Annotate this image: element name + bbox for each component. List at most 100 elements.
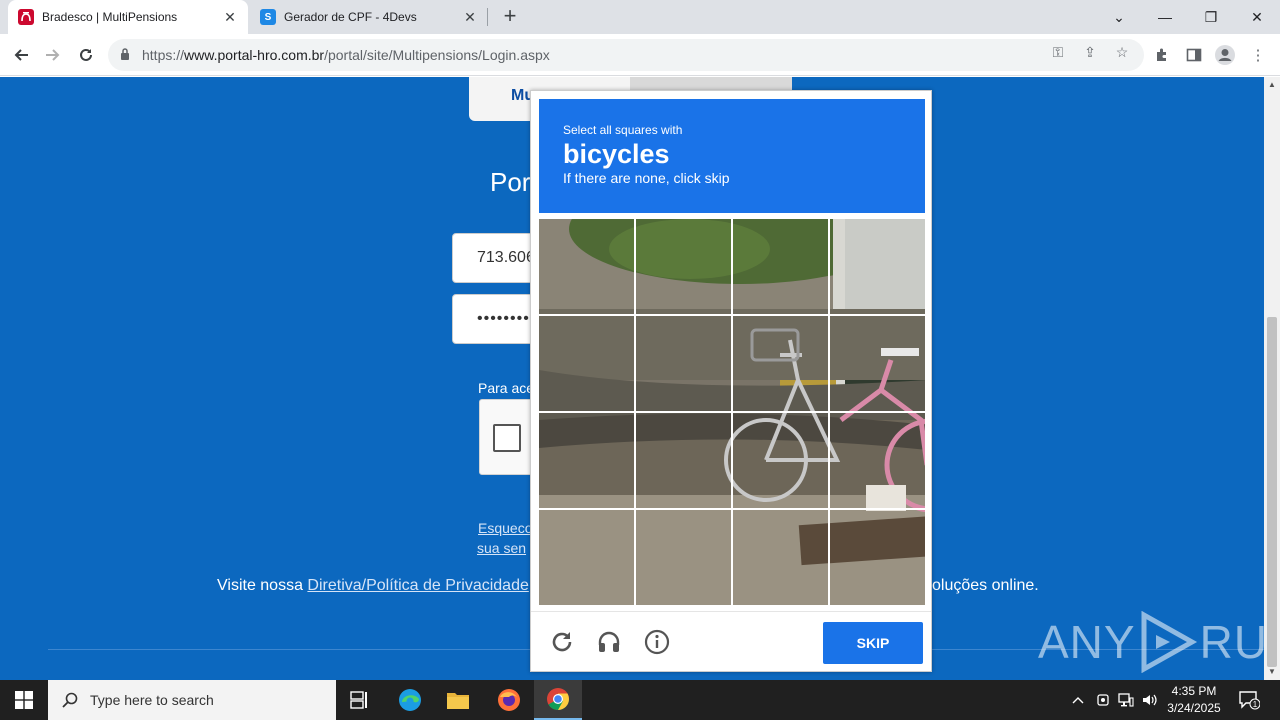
captcha-tile[interactable]	[636, 316, 731, 411]
task-view-icon[interactable]	[336, 680, 384, 720]
info-icon[interactable]	[643, 628, 671, 656]
network-icon[interactable]	[1116, 680, 1136, 720]
start-button[interactable]	[0, 680, 48, 720]
search-icon	[62, 692, 78, 708]
captcha-tile[interactable]	[830, 316, 925, 411]
captcha-tile-image	[539, 316, 634, 411]
new-tab-button[interactable]: +	[497, 4, 523, 30]
page-scrollbar[interactable]: ▲ ▼	[1264, 77, 1280, 680]
captcha-tile[interactable]	[636, 219, 731, 314]
profile-avatar-icon[interactable]	[1214, 44, 1236, 66]
close-window-button[interactable]: ✕	[1234, 0, 1280, 34]
captcha-tile[interactable]	[830, 219, 925, 314]
restore-button[interactable]: ❐	[1188, 0, 1234, 34]
forward-icon[interactable]	[40, 42, 66, 68]
tab-search-icon[interactable]: ⌄	[1096, 0, 1142, 34]
anyrun-watermark: ANY RUN	[1038, 607, 1264, 677]
recaptcha-checkbox[interactable]	[493, 424, 521, 452]
captcha-tile[interactable]	[636, 510, 731, 605]
chrome-icon[interactable]	[534, 680, 582, 720]
captcha-tile[interactable]	[733, 316, 828, 411]
captcha-tile-image	[733, 219, 828, 314]
file-explorer-icon[interactable]	[434, 680, 482, 720]
skip-button[interactable]: SKIP	[823, 622, 923, 664]
captcha-challenge: Select all squares with bicycles If ther…	[530, 90, 932, 672]
taskbar-clock[interactable]: 4:35 PM 3/24/2025	[1160, 683, 1228, 717]
captcha-tile-image	[830, 510, 925, 605]
menu-kebab-icon[interactable]: ⋮	[1247, 44, 1269, 66]
extensions-icon[interactable]	[1151, 44, 1173, 66]
notifications-icon[interactable]: 1	[1236, 680, 1262, 720]
forgot-password-link-line2[interactable]: sua sen	[477, 540, 526, 556]
play-triangle-icon	[1141, 611, 1197, 673]
address-bar[interactable]: https://www.portal-hro.com.br/portal/sit…	[108, 39, 1144, 71]
captcha-tile[interactable]	[830, 510, 925, 605]
captcha-tile[interactable]	[539, 510, 634, 605]
tray-overflow-icon[interactable]	[1068, 680, 1088, 720]
tab-title: Gerador de CPF - 4Devs	[284, 10, 417, 24]
captcha-tile[interactable]	[733, 413, 828, 508]
key-icon[interactable]: ⚿	[1048, 42, 1068, 62]
close-tab-icon[interactable]: ✕	[462, 9, 478, 26]
scroll-up-icon[interactable]: ▲	[1268, 80, 1276, 89]
privacy-notice: Visite nossa Diretiva/Política de Privac…	[217, 577, 529, 594]
clock-time: 4:35 PM	[1171, 684, 1217, 698]
access-instruction: Para ace	[478, 380, 535, 396]
captcha-tile-image	[733, 316, 828, 411]
privacy-notice-end: oluções online.	[932, 577, 1039, 594]
captcha-tile-image	[733, 413, 828, 508]
minimize-button[interactable]: —	[1142, 0, 1188, 34]
tab-4devs[interactable]: S Gerador de CPF - 4Devs ✕	[250, 0, 488, 34]
scroll-down-icon[interactable]: ▼	[1268, 667, 1276, 676]
watermark-left: ANY	[1038, 616, 1136, 668]
privacy-policy-link[interactable]: Diretiva/Política de Privacidade	[307, 577, 528, 594]
bookmark-star-icon[interactable]: ☆	[1112, 42, 1132, 62]
reload-icon[interactable]	[548, 628, 576, 656]
portal-title: Por	[490, 167, 531, 197]
forgot-password-link[interactable]: Esqueco	[478, 520, 532, 536]
captcha-tile[interactable]	[636, 413, 731, 508]
captcha-tile[interactable]	[830, 413, 925, 508]
captcha-hint: If there are none, click skip	[563, 170, 730, 186]
clock-date: 3/24/2025	[1167, 701, 1221, 715]
4devs-favicon-icon: S	[260, 9, 276, 25]
browser-toolbar: https://www.portal-hro.com.br/portal/sit…	[0, 34, 1280, 76]
volume-icon[interactable]	[1140, 680, 1160, 720]
captcha-target: bicycles	[563, 139, 670, 169]
captcha-image-grid	[539, 219, 925, 605]
notification-count: 1	[1253, 700, 1258, 709]
search-placeholder: Type here to search	[90, 692, 214, 708]
side-panel-icon[interactable]	[1183, 44, 1205, 66]
captcha-tile-image	[539, 510, 634, 605]
url-text: https://www.portal-hro.com.br/portal/sit…	[142, 47, 550, 63]
captcha-tile-image	[830, 316, 925, 411]
captcha-tile-image	[636, 219, 731, 314]
scrollbar-thumb[interactable]	[1267, 317, 1277, 667]
captcha-tile[interactable]	[539, 316, 634, 411]
captcha-tile[interactable]	[539, 219, 634, 314]
tab-title: Bradesco | MultiPensions	[42, 10, 178, 24]
watermark-right: RUN	[1199, 616, 1264, 668]
lock-icon	[108, 47, 142, 63]
share-icon[interactable]: ⇪	[1080, 42, 1100, 62]
taskbar-search[interactable]: Type here to search	[48, 680, 336, 720]
audio-icon[interactable]	[595, 628, 623, 656]
tab-strip: Bradesco | MultiPensions ✕ S Gerador de …	[0, 0, 1280, 34]
edge-browser-icon[interactable]	[386, 680, 434, 720]
firefox-icon[interactable]	[485, 680, 533, 720]
captcha-instruction: Select all squares with	[563, 123, 683, 137]
captcha-tile[interactable]	[733, 510, 828, 605]
windows-logo-icon	[15, 691, 33, 709]
captcha-tile-image	[830, 413, 925, 508]
device-icon[interactable]	[1094, 680, 1112, 720]
back-icon[interactable]	[8, 42, 34, 68]
reload-page-icon[interactable]	[73, 42, 99, 68]
captcha-tile-image	[733, 510, 828, 605]
captcha-tile[interactable]	[539, 413, 634, 508]
tab-bradesco[interactable]: Bradesco | MultiPensions ✕	[8, 0, 248, 34]
tab-separator	[487, 8, 488, 26]
captcha-tile-image	[539, 219, 634, 314]
captcha-footer: SKIP	[531, 611, 931, 672]
close-tab-icon[interactable]: ✕	[222, 9, 238, 26]
captcha-tile[interactable]	[733, 219, 828, 314]
